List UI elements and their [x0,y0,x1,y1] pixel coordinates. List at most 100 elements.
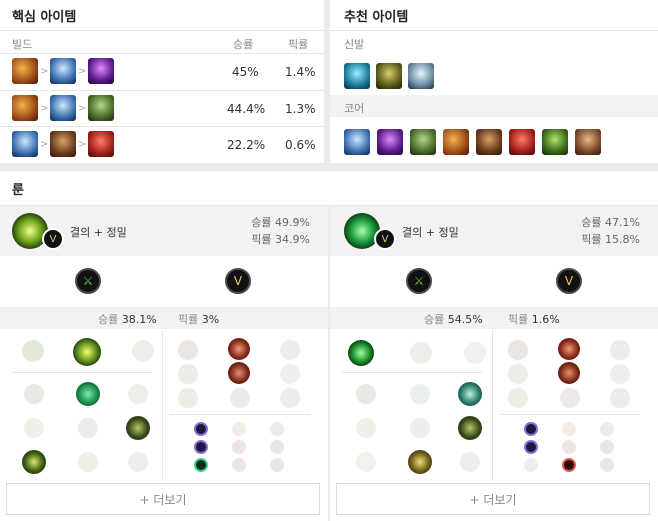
rune-slot-icon[interactable] [178,340,198,360]
pickrate-value: 1.3% [285,102,316,116]
rune-slot-icon[interactable] [126,416,150,440]
recommended-items-panel: 추천 아이템 신발 코어 [330,0,658,163]
ghost-item-icon[interactable] [88,95,114,121]
shard-adaptive-icon[interactable] [194,440,208,454]
shard-haste-icon[interactable] [270,422,284,436]
rune-slot-icon[interactable] [408,450,432,474]
resolve-tree-icon[interactable]: ⚔ [406,268,432,294]
rune-slot-icon[interactable] [458,416,482,440]
precision-tree-icon[interactable]: V [225,268,251,294]
boots-silver-icon[interactable] [408,63,434,89]
boots-blue-icon[interactable] [344,63,370,89]
ghost-item-icon[interactable] [410,129,436,155]
rune-slot-icon[interactable] [22,450,46,474]
brown-item-icon[interactable] [575,129,601,155]
rune-slot-icon[interactable] [356,384,376,404]
rune-slot-icon[interactable] [558,362,580,384]
purple-item-icon[interactable] [377,129,403,155]
chevron-right-icon: > [40,66,49,77]
sword-item-icon[interactable] [12,95,38,121]
rune-slot-icon[interactable] [24,418,44,438]
boots-green-icon[interactable] [376,63,402,89]
rune-slot-icon[interactable] [78,418,98,438]
rune-page-panel: V 결의 + 정밀 승률 49.9% 픽률 34.9% ⚔ V 승률 38.1%… [0,206,328,521]
armor-item-icon[interactable] [476,129,502,155]
more-button[interactable]: + 더보기 [336,483,650,515]
shard-armor-icon[interactable] [562,440,576,454]
rune-slot-icon[interactable] [78,452,98,472]
rune-slot-icon[interactable] [610,340,630,360]
pickrate-value: 0.6% [285,138,316,152]
shard-armor-icon[interactable] [232,440,246,454]
rune-slot-icon[interactable] [610,364,630,384]
shard-health-icon[interactable] [194,458,208,472]
shard-adaptive-icon[interactable] [524,422,538,436]
grasp-rune-icon[interactable] [73,338,101,366]
winrate-value: 45% [232,65,259,79]
rune-slot-icon[interactable] [178,388,198,408]
rune-slot-icon[interactable] [458,382,482,406]
rune-slot-icon[interactable] [464,342,486,364]
rune-slot-icon[interactable] [280,364,300,384]
rune-slot-icon[interactable] [228,338,250,360]
rune-slot-icon[interactable] [356,418,376,438]
shard-armor-icon[interactable] [562,458,576,472]
rune-slot-icon[interactable] [280,340,300,360]
purple-item-icon[interactable] [88,58,114,84]
rune-slot-icon[interactable] [460,452,480,472]
shard-attack-speed-icon[interactable] [232,422,246,436]
shard-adaptive-icon[interactable] [524,440,538,454]
boots-item-icon[interactable] [12,131,38,157]
rune-slot-icon[interactable] [76,382,100,406]
shard-armor-icon[interactable] [232,458,246,472]
more-button[interactable]: + 더보기 [6,483,320,515]
red-item-icon[interactable] [509,129,535,155]
precision-sub-icon[interactable]: V [42,228,64,250]
shard-health-icon[interactable] [524,458,538,472]
core-items-panel: 핵심 아이템 빌드 승률 픽률 > > 45% 1.4% > > 44.4% 1… [0,0,324,163]
rune-slot-icon[interactable] [24,384,44,404]
armor-item-icon[interactable] [50,131,76,157]
rune-slot-icon[interactable] [280,388,300,408]
core-label: 코어 [344,102,365,115]
rune-slot-icon[interactable] [508,388,528,408]
rune-slot-icon[interactable] [128,384,148,404]
rune-slot-icon[interactable] [230,388,250,408]
precision-sub-icon[interactable]: V [374,228,396,250]
shard-mr-icon[interactable] [600,458,614,472]
chevron-right-icon: > [40,139,49,150]
rune-slot-icon[interactable] [228,362,250,384]
rune-slot-icon[interactable] [508,364,528,384]
sword-item-icon[interactable] [12,58,38,84]
boots-item-icon[interactable] [50,58,76,84]
rune-slot-icon[interactable] [22,340,44,362]
rune-slot-icon[interactable] [410,342,432,364]
shard-haste-icon[interactable] [600,422,614,436]
rune-stat-winrate: 승률 38.1% [98,313,157,326]
pickrate-value: 1.4% [285,65,316,79]
boots-item-icon[interactable] [344,129,370,155]
rune-slot-icon[interactable] [132,340,154,362]
shard-attack-speed-icon[interactable] [562,422,576,436]
rune-slot-icon[interactable] [410,418,430,438]
shard-mr-icon[interactable] [600,440,614,454]
aftershock-rune-icon[interactable] [348,340,374,366]
rune-slot-icon[interactable] [610,388,630,408]
shard-mr-icon[interactable] [270,458,284,472]
rune-page-winrate: 승률 49.9% [251,216,310,229]
rune-slot-icon[interactable] [560,388,580,408]
boots-item-icon[interactable] [50,95,76,121]
rune-slot-icon[interactable] [128,452,148,472]
shard-adaptive-icon[interactable] [194,422,208,436]
red-item-icon[interactable] [88,131,114,157]
precision-tree-icon[interactable]: V [556,268,582,294]
shard-mr-icon[interactable] [270,440,284,454]
rune-slot-icon[interactable] [410,384,430,404]
resolve-tree-icon[interactable]: ⚔ [75,268,101,294]
green-item-icon[interactable] [542,129,568,155]
sword-item-icon[interactable] [443,129,469,155]
rune-slot-icon[interactable] [356,452,376,472]
rune-slot-icon[interactable] [508,340,528,360]
rune-slot-icon[interactable] [558,338,580,360]
rune-slot-icon[interactable] [178,364,198,384]
